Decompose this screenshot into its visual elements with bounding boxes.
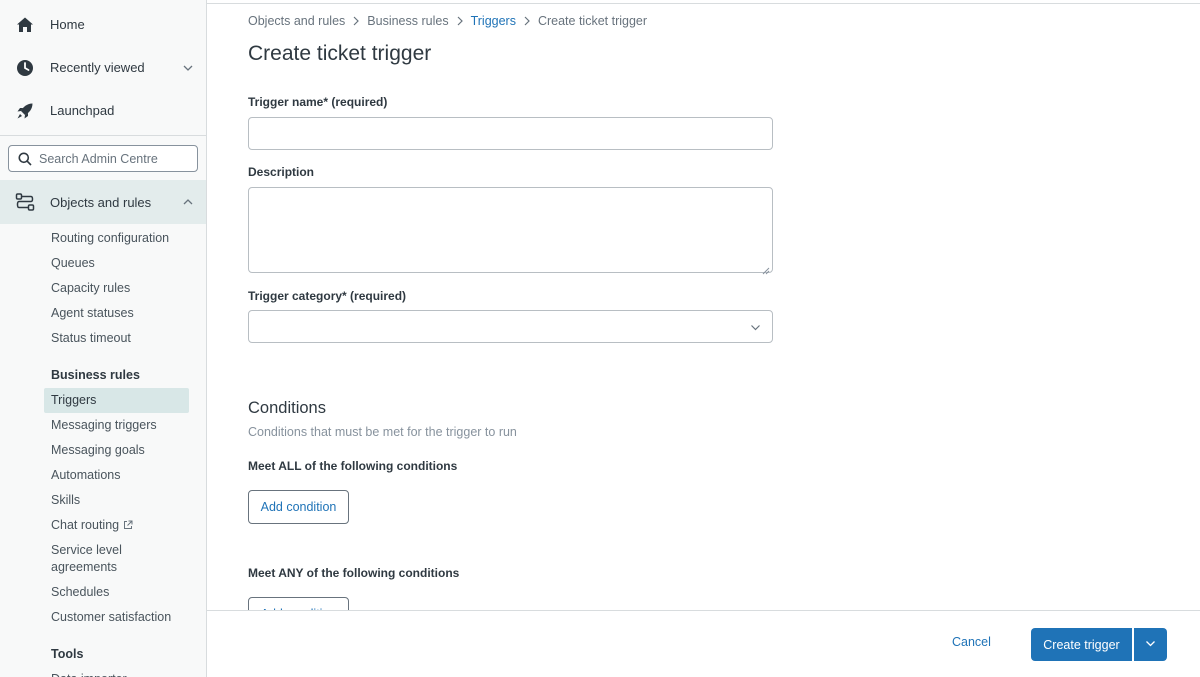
description-field-wrap xyxy=(248,187,773,275)
sidebar-item-routing-configuration[interactable]: Routing configuration xyxy=(51,226,206,251)
breadcrumb-triggers[interactable]: Triggers xyxy=(471,14,516,28)
clock-icon xyxy=(14,57,36,79)
nav-recently-viewed-label: Recently viewed xyxy=(50,60,145,75)
sidebar-item-skills[interactable]: Skills xyxy=(51,488,206,513)
trigger-name-input[interactable] xyxy=(249,118,772,149)
breadcrumb: Objects and rules Business rules Trigger… xyxy=(248,14,647,28)
resize-handle-icon[interactable] xyxy=(762,262,770,275)
action-footer: Cancel Create trigger xyxy=(207,610,1200,677)
chevron-down-icon xyxy=(1145,637,1156,652)
chevron-up-icon xyxy=(182,196,194,208)
nav-home-label: Home xyxy=(50,17,85,32)
sidebar-item-customer-satisfaction[interactable]: Customer satisfaction xyxy=(51,605,206,630)
sidebar-heading-tools: Tools xyxy=(51,647,84,661)
trigger-name-label: Trigger name* (required) xyxy=(248,95,388,109)
nav-home[interactable]: Home xyxy=(0,3,206,46)
description-textarea[interactable] xyxy=(249,188,772,272)
sidebar-item-queues[interactable]: Queues xyxy=(51,251,206,276)
sidebar-heading-business-rules: Business rules xyxy=(51,368,140,382)
nav-launchpad[interactable]: Launchpad xyxy=(0,89,206,132)
nav-recently-viewed[interactable]: Recently viewed xyxy=(0,46,206,89)
search-icon xyxy=(18,152,32,166)
nav-objects-and-rules[interactable]: Objects and rules xyxy=(0,180,206,224)
objects-submenu: Routing configuration Queues Capacity ru… xyxy=(0,224,206,677)
sidebar-item-capacity-rules[interactable]: Capacity rules xyxy=(51,276,206,301)
top-divider xyxy=(207,3,1200,4)
chevron-right-icon xyxy=(523,16,531,26)
breadcrumb-objects-and-rules[interactable]: Objects and rules xyxy=(248,14,345,28)
admin-search[interactable] xyxy=(8,145,198,172)
conditions-hint: Conditions that must be met for the trig… xyxy=(248,425,517,439)
chevron-down-icon xyxy=(750,322,761,333)
sidebar-item-automations[interactable]: Automations xyxy=(51,463,206,488)
rocket-icon xyxy=(14,100,36,122)
sidebar-item-agent-statuses[interactable]: Agent statuses xyxy=(51,301,206,326)
home-icon xyxy=(14,14,36,36)
sidebar-item-messaging-triggers[interactable]: Messaging triggers xyxy=(51,413,206,438)
breadcrumb-current: Create ticket trigger xyxy=(537,14,648,28)
chevron-down-icon xyxy=(182,62,194,74)
cancel-button[interactable]: Cancel xyxy=(952,635,991,649)
external-link-icon xyxy=(123,514,133,529)
objects-rules-icon xyxy=(14,191,36,213)
nav-launchpad-label: Launchpad xyxy=(50,103,115,118)
search-input[interactable] xyxy=(39,151,189,166)
breadcrumb-business-rules[interactable]: Business rules xyxy=(367,14,448,28)
chevron-right-icon xyxy=(456,16,464,26)
add-all-condition-button[interactable]: Add condition xyxy=(248,490,349,524)
sidebar-item-schedules[interactable]: Schedules xyxy=(51,580,206,605)
conditions-heading: Conditions xyxy=(248,399,326,417)
conditions-any-label: Meet ANY of the following conditions xyxy=(248,566,460,580)
description-label: Description xyxy=(248,165,315,179)
sidebar-item-triggers[interactable]: Triggers xyxy=(44,388,189,413)
trigger-name-field-wrap xyxy=(248,117,773,150)
chevron-right-icon xyxy=(352,16,360,26)
admin-sidebar: Home Recently viewed Launchpad Objects a… xyxy=(0,0,207,677)
trigger-category-select[interactable] xyxy=(248,310,773,343)
conditions-all-label: Meet ALL of the following conditions xyxy=(248,459,458,473)
sidebar-item-status-timeout[interactable]: Status timeout xyxy=(51,326,206,351)
create-trigger-button[interactable]: Create trigger xyxy=(1031,628,1132,661)
sidebar-item-data-importer[interactable]: Data importer xyxy=(51,667,206,677)
nav-objects-label: Objects and rules xyxy=(50,194,152,210)
sidebar-divider xyxy=(0,135,206,136)
sidebar-item-chat-routing[interactable]: Chat routing xyxy=(51,513,206,538)
create-options-button[interactable] xyxy=(1134,628,1167,661)
sidebar-item-service-level-agreements[interactable]: Service level agreements xyxy=(51,538,171,580)
sidebar-item-messaging-goals[interactable]: Messaging goals xyxy=(51,438,206,463)
page-title: Create ticket trigger xyxy=(248,42,432,65)
sidebar-item-chat-routing-label: Chat routing xyxy=(51,518,120,532)
trigger-category-label: Trigger category* (required) xyxy=(248,289,407,303)
main-content: Objects and rules Business rules Trigger… xyxy=(207,0,1200,677)
